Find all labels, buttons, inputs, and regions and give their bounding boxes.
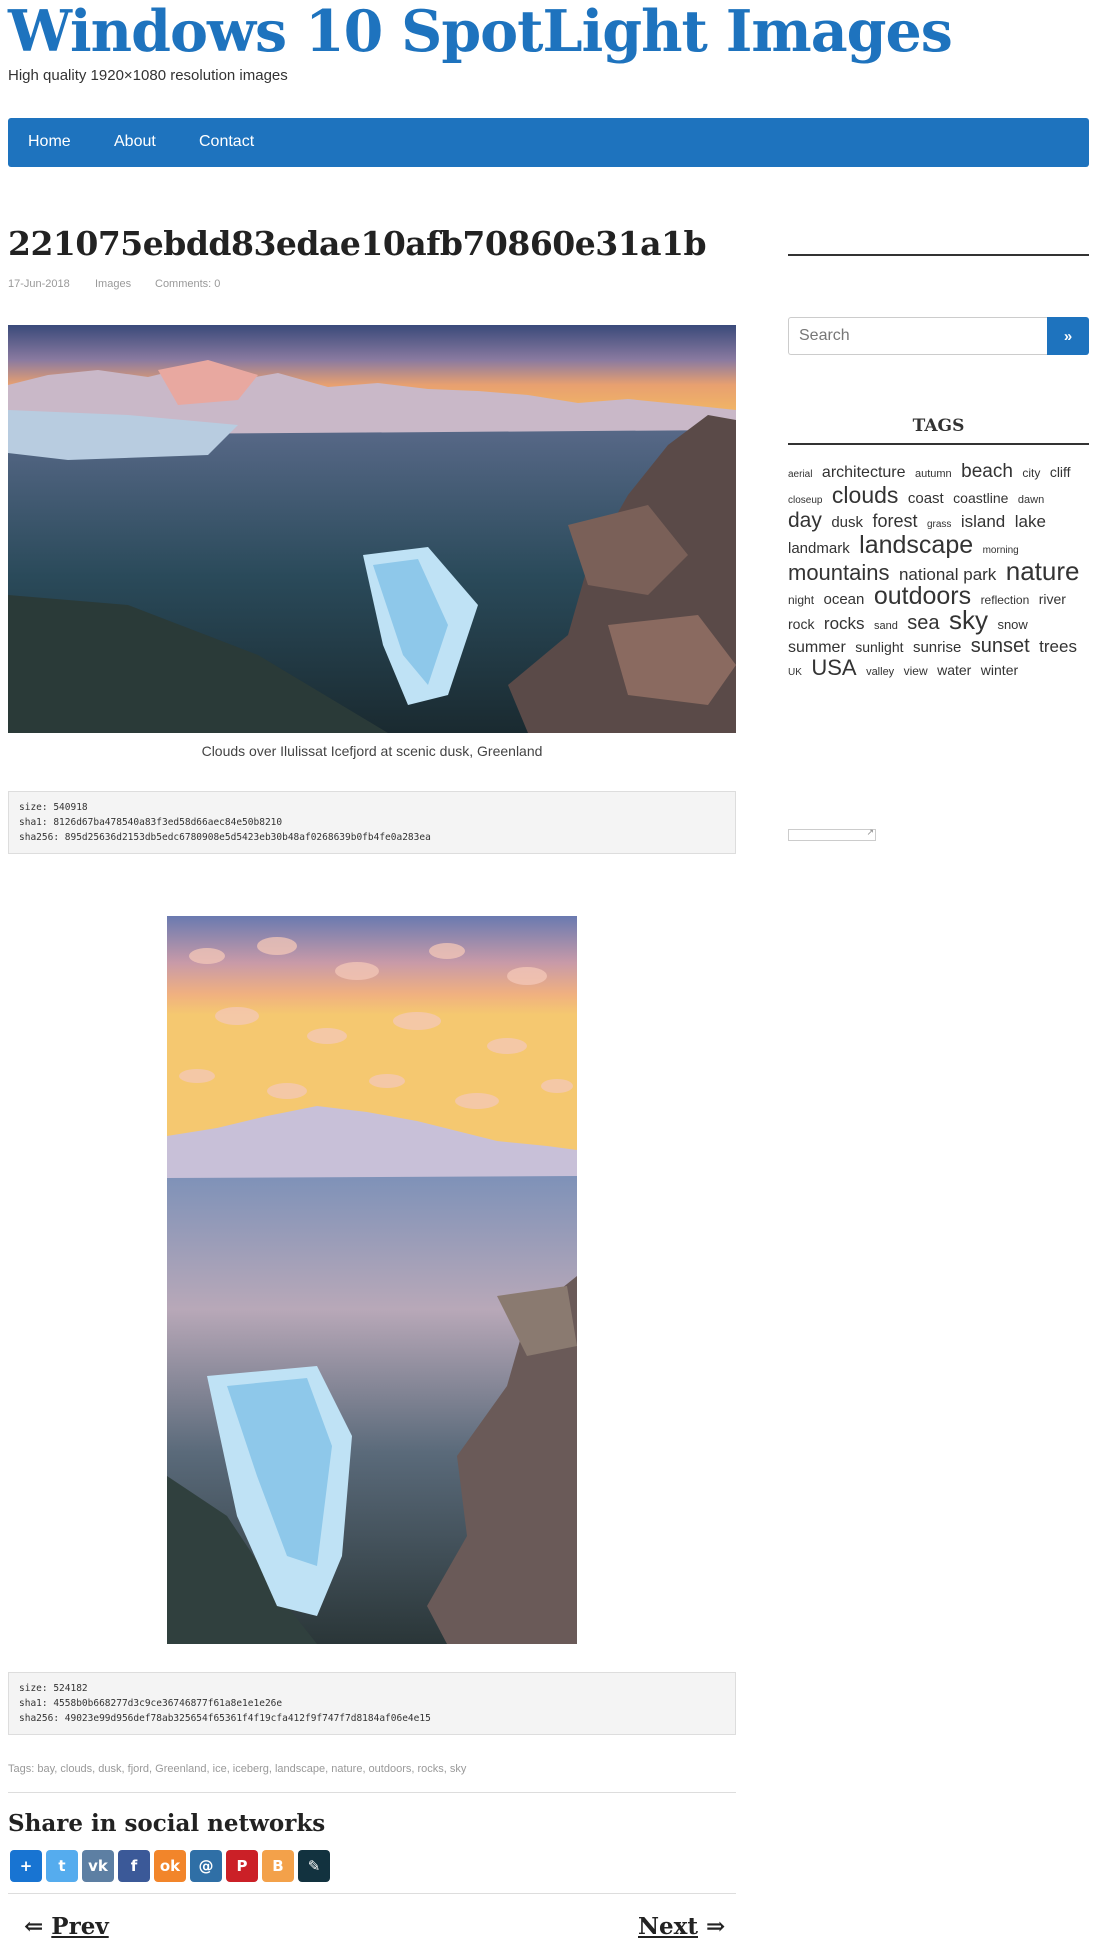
post-comments-link[interactable]: Comments: 0 bbox=[155, 278, 220, 290]
tag-link[interactable]: day bbox=[788, 509, 822, 532]
tag-link[interactable]: closeup bbox=[788, 495, 822, 506]
tag-link[interactable]: trees bbox=[1039, 637, 1077, 656]
hash-sha1: sha1: 8126d67ba478540a83f3ed58d66aec84e5… bbox=[19, 817, 283, 828]
tag-link[interactable]: aerial bbox=[788, 469, 812, 480]
post-image-portrait[interactable] bbox=[167, 916, 577, 1644]
tag-cloud: aerial architecture autumn beach city cl… bbox=[788, 462, 1091, 683]
embed-widget[interactable]: ↗ bbox=[788, 827, 876, 841]
nav-home[interactable]: Home bbox=[28, 133, 71, 151]
tag-link[interactable]: snow bbox=[997, 617, 1027, 632]
nav-about[interactable]: About bbox=[114, 133, 156, 151]
tag-link[interactable]: rock bbox=[788, 616, 814, 632]
search-button[interactable]: » bbox=[1047, 317, 1089, 355]
tag-link[interactable]: view bbox=[904, 664, 928, 678]
tag-link[interactable]: sunrise bbox=[913, 639, 961, 656]
divider bbox=[8, 1792, 736, 1793]
prev-label[interactable]: Prev bbox=[51, 1913, 108, 1940]
tag-link[interactable]: island bbox=[961, 512, 1005, 531]
post-image-landscape[interactable] bbox=[8, 325, 736, 733]
post-category-link[interactable]: Images bbox=[95, 278, 131, 290]
tag-link[interactable]: morning bbox=[983, 545, 1019, 556]
tag-link[interactable]: ocean bbox=[823, 591, 864, 608]
site-title[interactable]: Windows 10 SpotLight Images bbox=[8, 0, 953, 65]
tag-link[interactable]: autumn bbox=[915, 468, 952, 480]
image-hash-block-1: size: 540918 sha1: 8126d67ba478540a83f3e… bbox=[8, 791, 736, 854]
site-description: High quality 1920×1080 resolution images bbox=[8, 67, 288, 84]
image-caption: Clouds over Ilulissat Icefjord at scenic… bbox=[201, 743, 543, 759]
tag-link[interactable]: UK bbox=[788, 667, 802, 678]
tag-link[interactable]: USA bbox=[811, 655, 856, 680]
tag-link[interactable]: forest bbox=[872, 511, 917, 531]
main-nav: Home About Contact bbox=[8, 118, 1089, 167]
post-tags[interactable]: Tags: bay, clouds, dusk, fjord, Greenlan… bbox=[8, 1763, 466, 1775]
mail-share-button[interactable]: @ bbox=[190, 1850, 222, 1882]
tag-link[interactable]: architecture bbox=[822, 464, 906, 481]
tag-link[interactable]: dawn bbox=[1018, 494, 1044, 506]
prev-arrow-icon: ⇐ bbox=[24, 1913, 44, 1940]
hash-sha256: sha256: 49023e99d956def78ab325654f65361f… bbox=[19, 1713, 431, 1724]
tag-link[interactable]: clouds bbox=[832, 482, 898, 508]
search-input[interactable] bbox=[789, 318, 1049, 354]
image-hash-block-2: size: 524182 sha1: 4558b0b668277d3c9ce36… bbox=[8, 1672, 736, 1735]
vk-share-button[interactable]: vk bbox=[82, 1850, 114, 1882]
prev-link[interactable]: ⇐ Prev bbox=[24, 1913, 109, 1940]
next-link[interactable]: Next ⇒ bbox=[638, 1913, 725, 1940]
tags-underline bbox=[788, 443, 1089, 445]
tag-link[interactable]: beach bbox=[961, 461, 1013, 482]
tag-link[interactable]: sand bbox=[874, 620, 898, 632]
tag-link[interactable]: lake bbox=[1015, 512, 1046, 531]
tag-link[interactable]: landscape bbox=[859, 531, 973, 559]
next-arrow-icon: ⇒ bbox=[706, 1913, 726, 1940]
post-date: 17-Jun-2018 bbox=[8, 278, 70, 290]
tag-link[interactable]: winter bbox=[981, 662, 1018, 678]
tag-link[interactable]: water bbox=[937, 662, 971, 678]
tag-link[interactable]: nature bbox=[1006, 556, 1080, 586]
tag-link[interactable]: summer bbox=[788, 639, 846, 656]
external-link-icon: ↗ bbox=[866, 827, 874, 837]
tag-link[interactable]: landmark bbox=[788, 540, 850, 557]
tag-link[interactable]: sky bbox=[949, 605, 988, 635]
addthis-share-button[interactable]: + bbox=[10, 1850, 42, 1882]
odnoklassniki-share-button[interactable]: ok bbox=[154, 1850, 186, 1882]
search-field bbox=[788, 317, 1049, 355]
tag-link[interactable]: sea bbox=[907, 612, 939, 634]
hash-size: size: 540918 bbox=[19, 802, 88, 813]
tag-link[interactable]: night bbox=[788, 593, 814, 607]
tag-link[interactable]: cliff bbox=[1050, 464, 1071, 480]
tag-link[interactable]: city bbox=[1022, 466, 1040, 480]
twitter-share-button[interactable]: t bbox=[46, 1850, 78, 1882]
tag-link[interactable]: sunset bbox=[971, 635, 1030, 657]
tag-link[interactable]: rocks bbox=[824, 614, 865, 633]
pinterest-share-button[interactable]: P bbox=[226, 1850, 258, 1882]
tag-link[interactable]: coast bbox=[908, 490, 944, 507]
blogger-share-button[interactable]: B bbox=[262, 1850, 294, 1882]
tag-link[interactable]: sunlight bbox=[855, 639, 903, 655]
tag-link[interactable]: grass bbox=[927, 519, 951, 530]
tag-link[interactable]: coastline bbox=[953, 490, 1008, 506]
nav-contact[interactable]: Contact bbox=[199, 133, 254, 151]
sidebar-divider bbox=[788, 254, 1089, 256]
hash-sha256: sha256: 895d25636d2153db5edc6780908e5d54… bbox=[19, 832, 431, 843]
share-buttons: + t vk f ok @ P B ✎ bbox=[10, 1850, 330, 1882]
tag-link[interactable]: river bbox=[1039, 591, 1066, 607]
tags-heading: TAGS bbox=[912, 416, 965, 436]
hash-size: size: 524182 bbox=[19, 1683, 88, 1694]
facebook-share-button[interactable]: f bbox=[118, 1850, 150, 1882]
divider bbox=[8, 1893, 736, 1894]
tag-link[interactable]: dusk bbox=[831, 514, 863, 531]
share-title: Share in social networks bbox=[8, 1810, 326, 1837]
hash-sha1: sha1: 4558b0b668277d3c9ce36746877f61a8e1… bbox=[19, 1698, 283, 1709]
post-title: 221075ebdd83edae10afb70860e31a1b bbox=[8, 224, 707, 263]
next-label[interactable]: Next bbox=[638, 1913, 698, 1940]
tag-link[interactable]: valley bbox=[866, 666, 894, 678]
livejournal-share-button[interactable]: ✎ bbox=[298, 1850, 330, 1882]
